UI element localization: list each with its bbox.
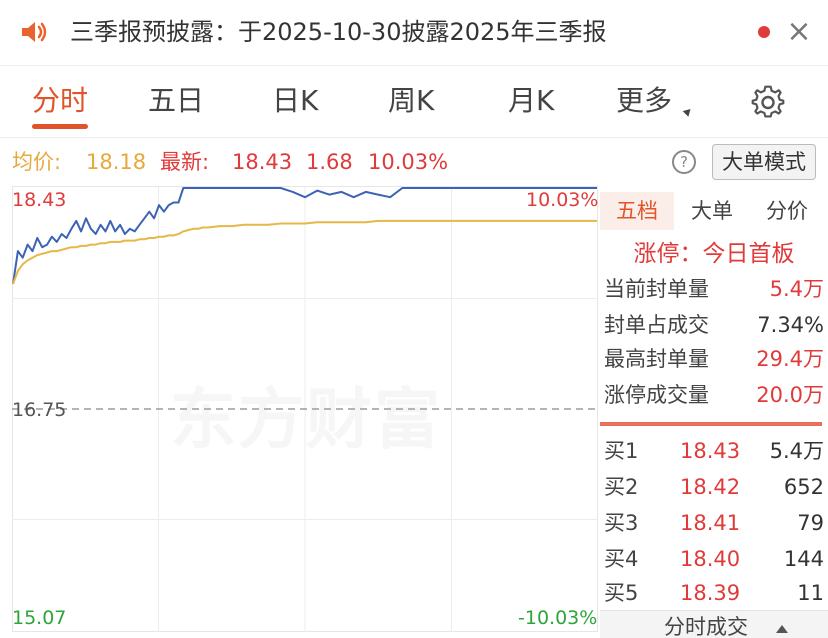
notice-bar[interactable]: 三季报预披露：于2025-10-30披露2025年三季报 × <box>0 0 828 66</box>
speaker-icon <box>22 22 47 42</box>
active-tab-underline <box>32 124 88 129</box>
bid-price: 18.39 <box>680 581 741 605</box>
tab-weekly-k[interactable]: 周K <box>388 82 434 120</box>
period-tabs: 分时 五日 日K 周K 月K 更多 <box>0 66 828 138</box>
bid-level: 买5 <box>604 581 639 605</box>
y-label-bottom: 15.07 <box>12 607 67 629</box>
stat-row: 当前封单量 5.4万 <box>604 272 824 306</box>
stat-row: 涨停成交量 20.0万 <box>604 378 824 412</box>
y-label-mid: 16.75 <box>12 399 67 421</box>
tab-daily-k[interactable]: 日K <box>272 82 318 120</box>
bid-qty: 11 <box>797 581 824 605</box>
tab-intraday[interactable]: 分时 <box>32 82 88 120</box>
bid-price: 18.41 <box>680 511 741 535</box>
pct-label-bottom: -10.03% <box>518 607 598 629</box>
more-arrow-icon <box>682 106 694 117</box>
caret-up-icon <box>776 625 788 633</box>
gear-icon[interactable] <box>750 84 786 120</box>
stat-value: 7.34% <box>757 313 824 337</box>
bid-qty: 5.4万 <box>769 439 824 463</box>
watermark: 东方财富 <box>170 381 442 458</box>
price-info-row: 均价: 18.18 最新: 18.43 1.68 10.03% ? 大单模式 <box>0 140 828 184</box>
close-icon[interactable]: × <box>786 12 812 52</box>
bid-price: 18.43 <box>680 439 741 463</box>
intraday-chart[interactable]: 东方财富 18.43 16.75 15.07 10.03% -10.03% <box>12 186 598 632</box>
time-sales-button[interactable]: 分时成交 <box>600 610 828 638</box>
bid-qty: 144 <box>783 547 824 571</box>
bid-price: 18.42 <box>680 475 741 499</box>
stat-label: 涨停成交量 <box>604 383 709 407</box>
tab-more[interactable]: 更多 <box>616 82 672 120</box>
price-change-pct: 10.03% <box>368 150 449 174</box>
panel-tab-five-levels[interactable]: 五档 <box>600 192 674 230</box>
limit-up-title: 涨停：今日首板 <box>633 241 795 267</box>
bid-level: 买1 <box>604 439 639 463</box>
help-icon[interactable]: ? <box>672 150 696 174</box>
stat-label: 当前封单量 <box>604 277 709 301</box>
stat-label: 封单占成交 <box>604 313 709 337</box>
bid-level: 买4 <box>604 547 639 571</box>
stat-row: 最高封单量 29.4万 <box>604 342 824 376</box>
bid-row[interactable]: 买2 18.42 652 <box>604 470 824 504</box>
bid-row[interactable]: 买1 18.43 5.4万 <box>604 434 824 468</box>
panel-tab-big-orders[interactable]: 大单 <box>676 192 748 230</box>
unread-dot <box>758 26 770 38</box>
latest-price-value: 18.43 <box>232 150 293 174</box>
y-label-top: 18.43 <box>12 189 67 211</box>
bid-row[interactable]: 买3 18.41 79 <box>604 506 824 540</box>
bid-row[interactable]: 买5 18.39 11 <box>604 576 824 610</box>
stat-label: 最高封单量 <box>604 347 709 371</box>
bid-level: 买3 <box>604 511 639 535</box>
big-order-mode-button[interactable]: 大单模式 <box>712 144 816 180</box>
latest-price-label: 最新: <box>160 150 210 174</box>
bid-level: 买2 <box>604 475 639 499</box>
bid-row[interactable]: 买4 18.40 144 <box>604 542 824 576</box>
time-sales-label: 分时成交 <box>664 615 748 638</box>
bid-qty: 79 <box>797 511 824 535</box>
avg-price-value: 18.18 <box>86 150 147 174</box>
bid-qty: 652 <box>783 475 824 499</box>
pct-label-top: 10.03% <box>526 189 599 211</box>
tab-five-day[interactable]: 五日 <box>148 82 204 120</box>
panel-tab-price-dist[interactable]: 分价 <box>750 192 824 230</box>
bid-price: 18.40 <box>680 547 741 571</box>
stat-value: 29.4万 <box>756 347 824 371</box>
price-change: 1.68 <box>306 150 353 174</box>
tab-monthly-k[interactable]: 月K <box>508 82 554 120</box>
stat-value: 20.0万 <box>756 383 824 407</box>
avg-price-label: 均价: <box>12 150 62 174</box>
notice-text[interactable]: 三季报预披露：于2025-10-30披露2025年三季报 <box>70 14 607 50</box>
stat-value: 5.4万 <box>769 277 824 301</box>
panel-tabs: 五档 大单 分价 <box>600 186 828 236</box>
stat-row: 封单占成交 7.34% <box>604 308 824 342</box>
section-divider <box>600 422 822 426</box>
order-book-panel: 五档 大单 分价 涨停：今日首板 当前封单量 5.4万 封单占成交 7.34% … <box>600 186 828 638</box>
